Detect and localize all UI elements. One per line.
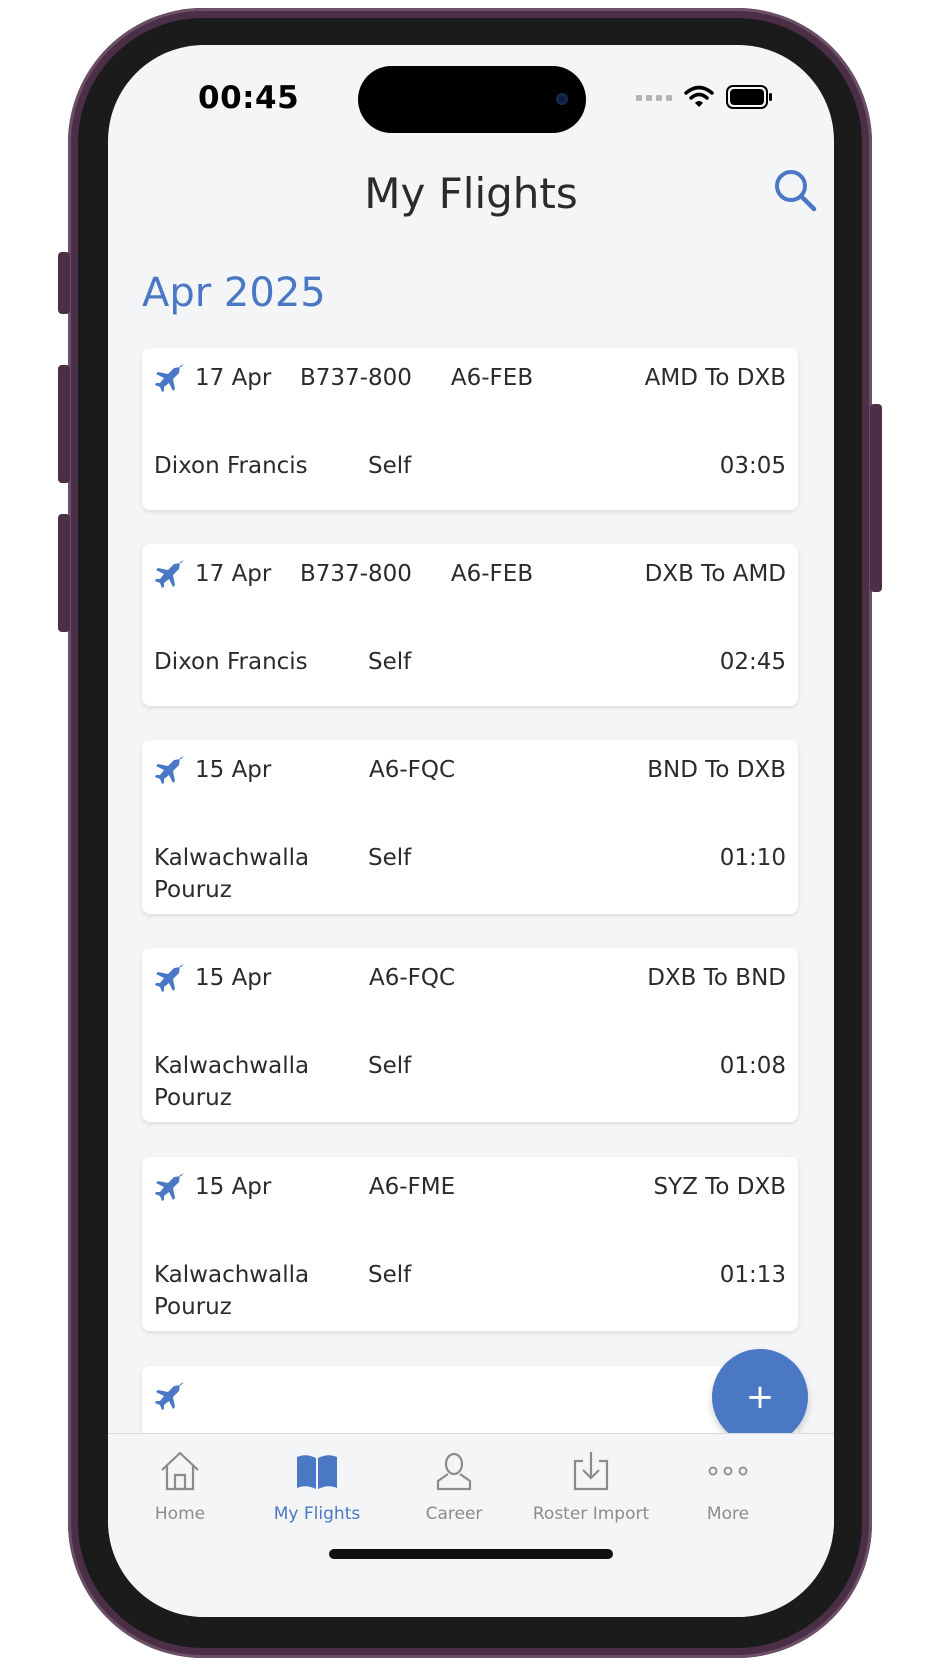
add-flight-button[interactable]: + bbox=[712, 1349, 808, 1445]
volume-down-button bbox=[58, 514, 70, 632]
more-dots-icon bbox=[708, 1466, 748, 1476]
month-section-header: Apr 2025 bbox=[142, 270, 326, 316]
pilot-name: Kalwachwalla Pouruz bbox=[154, 1053, 310, 1111]
tab-label: Career bbox=[425, 1504, 483, 1524]
search-icon bbox=[775, 170, 817, 212]
flight-route: AMD To DXB bbox=[644, 365, 786, 391]
tab-my-flights[interactable]: My Flights bbox=[247, 1442, 387, 1524]
volume-up-button bbox=[58, 365, 70, 483]
tab-more[interactable]: More bbox=[658, 1442, 798, 1524]
flight-route: SYZ To DXB bbox=[653, 1174, 787, 1200]
flight-card[interactable]: 17 Apr B737-800 A6-FEB AMD To DXB Dixon … bbox=[142, 348, 798, 510]
plus-icon: + bbox=[745, 1377, 775, 1417]
pilot-role: Self bbox=[368, 1262, 412, 1288]
status-icons bbox=[636, 85, 774, 109]
aircraft-type: B737-800 bbox=[300, 365, 412, 391]
aircraft-registration: A6-FEB bbox=[450, 561, 534, 587]
home-icon bbox=[161, 1451, 199, 1491]
action-button bbox=[58, 252, 70, 314]
book-icon bbox=[297, 1455, 337, 1489]
flight-card[interactable]: 15 Apr A6-FQC DXB To BND Kalwachwalla Po… bbox=[142, 948, 798, 1122]
tab-roster-import[interactable]: Roster Import bbox=[521, 1442, 661, 1524]
battery-icon bbox=[726, 85, 772, 109]
flight-date: 17 Apr bbox=[195, 561, 272, 587]
person-icon bbox=[436, 1452, 472, 1491]
wifi-icon bbox=[684, 85, 714, 107]
flight-card[interactable]: 15 Apr A6-FQC BND To DXB Kalwachwalla Po… bbox=[142, 740, 798, 914]
tab-label: My Flights bbox=[273, 1504, 361, 1524]
flight-card[interactable]: 17 Apr B737-800 A6-FEB DXB To AMD Dixon … bbox=[142, 544, 798, 706]
flight-date: 15 Apr bbox=[195, 1174, 272, 1200]
pilot-name: Dixon Francis bbox=[154, 453, 308, 479]
airplane-icon bbox=[155, 1173, 184, 1201]
tab-label: Roster Import bbox=[532, 1504, 650, 1524]
tab-bar: Home My Flights Career Roster Import Mor… bbox=[108, 1433, 834, 1617]
pilot-name: Dixon Francis bbox=[154, 649, 308, 675]
flight-duration: 01:08 bbox=[719, 1053, 786, 1079]
flight-date: 15 Apr bbox=[195, 965, 272, 991]
aircraft-type: B737-800 bbox=[300, 561, 412, 587]
aircraft-registration: A6-FQC bbox=[368, 965, 456, 991]
flight-route: DXB To AMD bbox=[644, 561, 786, 587]
flight-date: 17 Apr bbox=[195, 365, 272, 391]
tab-label: Home bbox=[154, 1504, 206, 1524]
tab-home[interactable]: Home bbox=[110, 1442, 250, 1524]
airplane-icon bbox=[155, 560, 184, 588]
pilot-role: Self bbox=[368, 1053, 412, 1079]
app-screen: 00:45 My Flights Apr 2025 17 Apr B737-80… bbox=[108, 45, 834, 1617]
camera-icon bbox=[556, 93, 568, 105]
flight-route: BND To DXB bbox=[647, 757, 786, 783]
power-button bbox=[870, 404, 882, 592]
home-indicator bbox=[329, 1549, 613, 1559]
tab-label: More bbox=[706, 1504, 750, 1524]
status-time: 00:45 bbox=[198, 80, 300, 116]
flight-duration: 03:05 bbox=[719, 453, 786, 479]
aircraft-registration: A6-FEB bbox=[450, 365, 534, 391]
flight-date: 15 Apr bbox=[195, 757, 272, 783]
pilot-role: Self bbox=[368, 453, 412, 479]
page-title: My Flights bbox=[364, 169, 578, 218]
flight-duration: 01:13 bbox=[719, 1262, 786, 1288]
tab-career[interactable]: Career bbox=[384, 1442, 524, 1524]
flight-route: DXB To BND bbox=[647, 965, 786, 991]
search-button[interactable] bbox=[772, 167, 820, 215]
aircraft-registration: A6-FQC bbox=[368, 757, 456, 783]
pilot-role: Self bbox=[368, 845, 412, 871]
signal-icon bbox=[636, 95, 672, 101]
flight-duration: 02:45 bbox=[719, 649, 786, 675]
aircraft-registration: A6-FME bbox=[368, 1174, 456, 1200]
pilot-name: Kalwachwalla Pouruz bbox=[154, 845, 310, 903]
flight-card[interactable]: 15 Apr A6-FME SYZ To DXB Kalwachwalla Po… bbox=[142, 1157, 798, 1331]
flight-duration: 01:10 bbox=[719, 845, 786, 871]
airplane-icon bbox=[155, 964, 184, 992]
airplane-icon bbox=[155, 364, 184, 392]
airplane-icon bbox=[155, 1382, 184, 1410]
download-icon bbox=[573, 1452, 609, 1491]
pilot-name: Kalwachwalla Pouruz bbox=[154, 1262, 310, 1320]
pilot-role: Self bbox=[368, 649, 412, 675]
dynamic-island bbox=[358, 66, 586, 133]
airplane-icon bbox=[155, 756, 184, 784]
